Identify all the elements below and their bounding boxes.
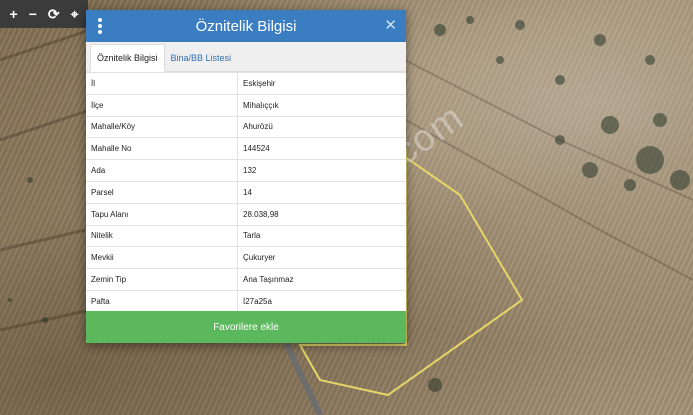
row-value: Tarla [237, 224, 406, 247]
row-value: 14 [237, 180, 406, 204]
dialog-header: Öznitelik Bilgisi ✕ [86, 10, 406, 42]
row-value: 132 [237, 159, 406, 182]
row-key: Zemin Tip [86, 268, 238, 291]
row-value: İ27a25a [237, 289, 406, 311]
tab-bar: Öznitelik Bilgisi Bina/BB Listesi [86, 42, 406, 72]
table-row: Nitelik Tarla [86, 224, 406, 247]
row-key: Mahalle/Köy [86, 115, 238, 138]
row-key: Pafta [86, 289, 238, 311]
row-value: 28.038,98 [237, 202, 406, 226]
add-to-favorites-button[interactable]: Favorilere ekle [86, 311, 406, 343]
row-key: Tapu Alanı [86, 202, 238, 226]
row-key: Nitelik [86, 224, 238, 247]
zoom-in-button[interactable]: + [10, 7, 18, 21]
attribute-table: İl Eskişehir İlçe Mihalıççık Mahalle/Köy Ah… [86, 72, 406, 311]
row-value: Ana Taşınmaz [237, 268, 406, 291]
table-row: Parsel 14 [86, 180, 406, 204]
center-icon[interactable]: ⌖ [71, 7, 79, 21]
row-value: Çukuryer [237, 246, 406, 269]
table-row: İlçe Mihalıççık [86, 93, 406, 117]
row-key: Mevkii [86, 246, 238, 269]
tab-building-list[interactable]: Bina/BB Listesi [165, 45, 238, 71]
kebab-menu-icon[interactable] [98, 18, 102, 34]
refresh-icon[interactable]: ⟳ [48, 7, 60, 21]
row-key: İl [86, 72, 238, 95]
dialog-title: Öznitelik Bilgisi [195, 17, 297, 35]
row-value: Eskişehir [237, 72, 406, 95]
row-value: 144524 [237, 137, 406, 160]
row-key: Parsel [86, 180, 238, 204]
row-key: Ada [86, 159, 238, 182]
row-key: Mahalle No [86, 137, 238, 160]
close-icon[interactable]: ✕ [384, 16, 397, 34]
table-row: Tapu Alanı 28.038,98 [86, 202, 406, 226]
attribute-table-container: İl Eskişehir İlçe Mihalıççık Mahalle/Köy Ah… [86, 72, 406, 311]
table-row: Mevkii Çukuryer [86, 246, 406, 269]
table-row: Pafta İ27a25a [86, 289, 406, 311]
tab-attribute-info[interactable]: Öznitelik Bilgisi [90, 44, 165, 72]
zoom-out-button[interactable]: − [29, 7, 37, 21]
row-key: İlçe [86, 93, 238, 117]
table-row: Zemin Tip Ana Taşınmaz [86, 268, 406, 291]
row-value: Ahurözü [237, 115, 406, 138]
table-row: Mahalle/Köy Ahurözü [86, 115, 406, 138]
table-row: Mahalle No 144524 [86, 137, 406, 160]
table-row: İl Eskişehir [86, 72, 406, 95]
attribute-dialog: Öznitelik Bilgisi ✕ Öznitelik Bilgisi Bi… [86, 10, 406, 343]
map-toolbar: + − ⟳ ⌖ [0, 0, 88, 28]
row-value: Mihalıççık [237, 93, 406, 117]
table-row: Ada 132 [86, 159, 406, 182]
